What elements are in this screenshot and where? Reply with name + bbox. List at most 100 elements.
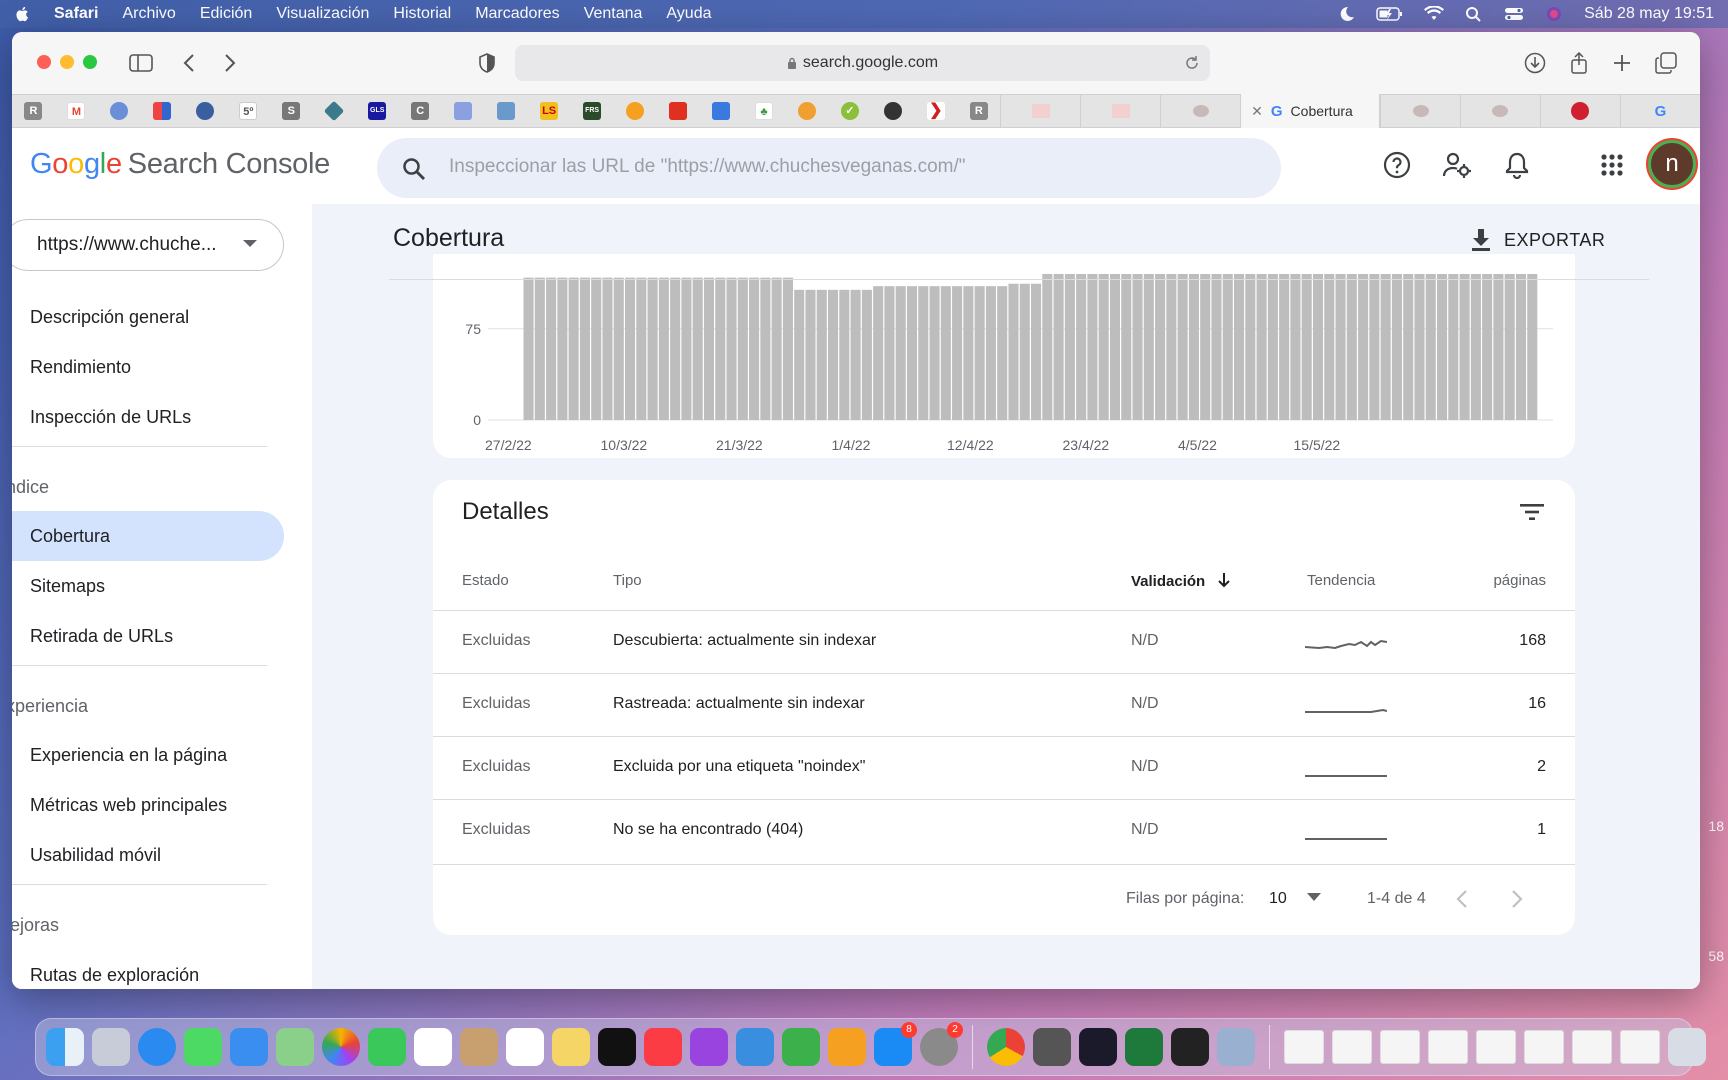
fullscreen-window-button[interactable] xyxy=(83,55,97,69)
facetime-icon[interactable] xyxy=(368,1028,406,1066)
apps-grid-icon[interactable] xyxy=(1597,150,1627,180)
dark-mode-icon[interactable] xyxy=(1336,6,1356,22)
pages-icon[interactable] xyxy=(828,1028,866,1066)
property-selector[interactable]: https://www.chuche... xyxy=(12,219,284,271)
activity-monitor-icon[interactable] xyxy=(1079,1028,1117,1066)
new-tab-icon[interactable] xyxy=(1609,50,1635,76)
numbers-icon[interactable] xyxy=(782,1028,820,1066)
close-tab-icon[interactable]: ✕ xyxy=(1251,103,1263,120)
share-icon[interactable] xyxy=(1566,50,1592,76)
menu-ventana[interactable]: Ventana xyxy=(584,5,643,23)
sidebar-section-experience[interactable]: xperiencia xyxy=(12,696,88,717)
keynote-icon[interactable] xyxy=(736,1028,774,1066)
browser-tab[interactable] xyxy=(1460,94,1540,128)
url-inspection-search[interactable]: Inspeccionar las URL de "https://www.chu… xyxy=(377,138,1281,198)
address-bar[interactable]: search.google.com xyxy=(515,45,1210,81)
pinned-tab[interactable] xyxy=(657,95,700,128)
safari-icon[interactable] xyxy=(138,1028,176,1066)
pinned-tab[interactable]: S xyxy=(270,95,313,128)
pinned-tab[interactable] xyxy=(485,95,528,128)
system-preferences-icon[interactable]: 2 xyxy=(920,1022,963,1066)
user-settings-icon[interactable] xyxy=(1442,150,1472,180)
messages-icon[interactable] xyxy=(184,1028,222,1066)
reload-icon[interactable] xyxy=(1184,55,1200,71)
minimized-window-thumbnail[interactable] xyxy=(1380,1030,1420,1064)
pinned-tab[interactable]: M xyxy=(55,95,98,128)
table-row[interactable]: Excluidas Descubierta: actualmente sin i… xyxy=(433,610,1575,673)
maps-icon[interactable] xyxy=(276,1028,314,1066)
search-input[interactable]: Inspeccionar las URL de "https://www.chu… xyxy=(449,156,966,178)
reminders-icon[interactable] xyxy=(506,1028,544,1066)
browser-tab[interactable] xyxy=(1000,94,1080,128)
browser-tab[interactable] xyxy=(1380,94,1460,128)
avatar[interactable]: n xyxy=(1648,140,1696,188)
menubar-clock[interactable]: Sáb 28 may 19:51 xyxy=(1584,5,1714,23)
sidebar-item-breadcrumbs[interactable]: Rutas de exploración xyxy=(30,965,199,986)
siri-icon[interactable] xyxy=(1544,6,1564,22)
close-window-button[interactable] xyxy=(37,55,51,69)
pinned-tab[interactable]: GLS xyxy=(356,95,399,128)
minimize-window-button[interactable] xyxy=(60,55,74,69)
pinned-tab[interactable]: LS xyxy=(528,95,571,128)
column-header-tipo[interactable]: Tipo xyxy=(613,572,642,589)
search-console-logo[interactable]: Google Search Console xyxy=(30,148,330,181)
pinned-tab[interactable] xyxy=(442,95,485,128)
minimized-window-thumbnail[interactable] xyxy=(1572,1030,1612,1064)
sidebar-item-performance[interactable]: Rendimiento xyxy=(30,357,131,378)
music-icon[interactable] xyxy=(644,1028,682,1066)
filter-icon[interactable] xyxy=(1518,498,1546,526)
browser-tab[interactable] xyxy=(1080,94,1160,128)
table-row[interactable]: Excluidas Rastreada: actualmente sin ind… xyxy=(433,673,1575,736)
menu-edicion[interactable]: Edición xyxy=(200,5,252,23)
column-header-tendencia[interactable]: Tendencia xyxy=(1307,572,1375,589)
help-icon[interactable] xyxy=(1382,150,1412,180)
mail-icon[interactable] xyxy=(230,1028,268,1066)
podcasts-icon[interactable] xyxy=(690,1028,728,1066)
notifications-bell-icon[interactable] xyxy=(1502,150,1532,180)
menu-app-name[interactable]: Safari xyxy=(54,5,98,23)
sidebar-item-overview[interactable]: Descripción general xyxy=(30,307,189,328)
pinned-tab[interactable]: ✓ xyxy=(828,95,871,128)
minimized-window-thumbnail[interactable] xyxy=(1284,1030,1324,1064)
table-row[interactable]: Excluidas No se ha encontrado (404) N/D … xyxy=(433,799,1575,862)
battery-icon[interactable] xyxy=(1376,6,1404,22)
column-header-validacion[interactable]: Validación xyxy=(1131,572,1231,590)
pinned-tab[interactable] xyxy=(184,95,227,128)
sidebar-item-url-inspection[interactable]: Inspección de URLs xyxy=(30,407,191,428)
tab-overview-icon[interactable] xyxy=(1653,50,1679,76)
table-row[interactable]: Excluidas Excluida por una etiqueta "noi… xyxy=(433,736,1575,799)
minimized-window-thumbnail[interactable] xyxy=(1332,1030,1372,1064)
pinned-tab[interactable] xyxy=(614,95,657,128)
pinned-tab[interactable]: 5º xyxy=(227,95,270,128)
minimized-window-thumbnail[interactable] xyxy=(1524,1030,1564,1064)
previous-page-icon[interactable] xyxy=(1455,888,1469,910)
pinned-tab[interactable]: FRS xyxy=(571,95,614,128)
active-tab[interactable]: ✕ G Cobertura xyxy=(1240,94,1381,128)
preview-icon[interactable] xyxy=(1217,1028,1255,1066)
menu-visualizacion[interactable]: Visualización xyxy=(276,5,369,23)
browser-tab[interactable]: G xyxy=(1619,94,1700,128)
apple-menu-icon[interactable] xyxy=(14,5,32,23)
control-center-icon[interactable] xyxy=(1504,6,1524,22)
privacy-shield-icon[interactable] xyxy=(474,50,500,76)
contacts-icon[interactable] xyxy=(460,1028,498,1066)
browser-tab[interactable] xyxy=(1160,94,1240,128)
sidebar-section-index[interactable]: ndice xyxy=(12,477,49,498)
browser-tab[interactable] xyxy=(1539,94,1620,128)
pinned-tab[interactable] xyxy=(141,95,184,128)
sidebar-item-removals[interactable]: Retirada de URLs xyxy=(30,626,173,647)
column-header-paginas[interactable]: páginas xyxy=(1493,572,1546,589)
spotlight-search-icon[interactable] xyxy=(1464,6,1484,22)
sidebar-item-mobile-usability[interactable]: Usabilidad móvil xyxy=(30,845,161,866)
notes-icon[interactable] xyxy=(552,1028,590,1066)
sidebar-item-coverage[interactable]: Cobertura xyxy=(30,526,110,547)
sidebar-item-sitemaps[interactable]: Sitemaps xyxy=(30,576,105,597)
minimized-window-thumbnail[interactable] xyxy=(1476,1030,1516,1064)
pinned-tab[interactable]: R xyxy=(12,95,55,128)
back-icon[interactable] xyxy=(176,50,202,76)
column-header-estado[interactable]: Estado xyxy=(462,572,509,589)
pinned-tab[interactable] xyxy=(700,95,743,128)
trash-icon[interactable] xyxy=(1668,1028,1706,1066)
chrome-icon[interactable] xyxy=(987,1028,1025,1066)
rows-per-page-select[interactable]: 10 xyxy=(1269,890,1322,908)
